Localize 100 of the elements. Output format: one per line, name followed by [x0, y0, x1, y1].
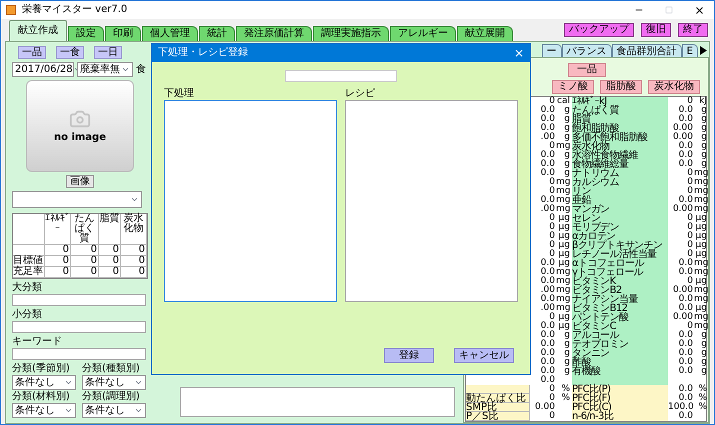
nutrient-label: マンガン: [572, 205, 668, 214]
unit-cell-text: μg: [558, 223, 571, 232]
main-tab[interactable]: アレルギー: [390, 26, 456, 41]
name-field[interactable]: [285, 70, 397, 82]
value-cell-text: 0.0: [678, 304, 694, 313]
unit-cell-text: mg: [556, 304, 572, 313]
unit-cell-text: %: [697, 385, 708, 394]
text-field[interactable]: [12, 321, 146, 333]
prep-field[interactable]: [164, 100, 337, 302]
category-button[interactable]: ミノ酸: [552, 80, 594, 94]
image-button[interactable]: 画像: [66, 175, 94, 188]
mode-button[interactable]: 一品: [18, 46, 46, 59]
unit-cell-text: mg: [556, 196, 572, 205]
recipe-field[interactable]: [345, 100, 518, 302]
action-button[interactable]: バックアップ: [564, 23, 634, 37]
value-cell-text: 0.00: [672, 124, 694, 133]
value-cell-text: 0.00: [534, 403, 556, 412]
panel-tab[interactable]: E: [682, 44, 698, 57]
item-button[interactable]: 一品: [568, 63, 606, 77]
value-cell-text: 0.0: [678, 331, 694, 340]
app-icon: [6, 5, 16, 15]
filter-select[interactable]: 条件なし: [82, 375, 146, 390]
action-button[interactable]: 終了: [678, 23, 708, 37]
field-label: 小分類: [12, 309, 43, 321]
main-tab[interactable]: 個人管理: [142, 26, 198, 41]
nutrient-label: n-6/n-3比: [572, 412, 668, 421]
value-cell-text: 0.00: [672, 205, 694, 214]
value-cell-text: 0.0: [678, 349, 694, 358]
unit-cell-text: μg: [694, 232, 708, 241]
nutrient-label: たんぱく質: [572, 106, 668, 115]
value-cell-text: 0: [548, 178, 556, 187]
field-label: キーワード: [12, 336, 63, 348]
unit-cell-text: g: [700, 142, 708, 151]
filter-select[interactable]: 条件なし: [12, 375, 76, 390]
dialog-title: 下処理・レシピ登録: [158, 47, 248, 59]
main-tab[interactable]: 統計: [199, 26, 235, 41]
unit-cell-text: g: [700, 349, 708, 358]
mode-button[interactable]: 一食: [56, 46, 84, 59]
unit-cell-text: μg: [558, 322, 571, 331]
text-field[interactable]: [12, 348, 146, 360]
value-cell-text: 0.00: [672, 286, 694, 295]
scroll-right-icon[interactable]: [700, 46, 707, 55]
value-cell-text: 0: [549, 394, 556, 403]
nutrient-label: PFC比(C): [572, 403, 668, 412]
table-cell: 0: [45, 267, 71, 278]
dialog-button[interactable]: 登録: [384, 348, 434, 363]
nutrient-label: レチノール活性当量: [572, 250, 668, 259]
main-tab[interactable]: 発注原価計算: [236, 26, 312, 41]
value-cell-text: 0.0: [540, 268, 556, 277]
category-button[interactable]: 炭水化物: [648, 80, 700, 94]
nutrient-label: βクリプトキサンチン: [572, 241, 668, 250]
text-field[interactable]: [12, 294, 146, 306]
field-label: 大分類: [12, 282, 43, 294]
dialog-button[interactable]: キャンセル: [454, 348, 514, 363]
notes-field[interactable]: [180, 387, 455, 417]
filter-select[interactable]: 条件なし: [82, 403, 146, 418]
panel-tab[interactable]: バランス: [562, 44, 612, 57]
nutrient-label: αカロテン: [572, 232, 668, 241]
camera-icon: [69, 108, 91, 130]
panel-tab[interactable]: 食品群別合計: [612, 44, 682, 57]
value-cell-text: 0.0: [678, 196, 694, 205]
value-cell-text: 0.0: [678, 340, 694, 349]
value-cell-text: 0.0: [540, 277, 556, 286]
value-cell-text: .00: [540, 205, 556, 214]
filter-select[interactable]: 条件なし: [12, 403, 76, 418]
unit-cell-text: mg: [556, 187, 572, 196]
nutrient-label: ナトリウム: [572, 169, 668, 178]
action-button[interactable]: 復旧: [641, 23, 671, 37]
unit-cell: mg: [694, 313, 708, 322]
unit-cell-text: mg: [556, 295, 572, 304]
dropdown-field[interactable]: [12, 191, 142, 208]
nutrient-label: 亜鉛: [572, 196, 668, 205]
category-button[interactable]: 脂肪酸: [600, 80, 642, 94]
filter-label: 分類(材料別): [12, 391, 71, 403]
dialog-close-button[interactable]: ×: [514, 47, 524, 59]
value-cell-text: 0: [549, 187, 556, 196]
value-cell-text: 0: [548, 214, 556, 223]
main-tab[interactable]: 設定: [68, 26, 104, 41]
nutrient-label: 食物繊維総量: [572, 160, 668, 169]
filter-label: 分類(種類別): [82, 363, 141, 375]
panel-tab[interactable]: ー: [542, 44, 562, 57]
value-cell-text: .00: [540, 286, 556, 295]
waste-select[interactable]: 廃棄率無: [77, 62, 133, 77]
table-cell: 0: [121, 245, 147, 256]
main-tab[interactable]: 調理実施指示: [313, 26, 389, 41]
unit-cell: mg: [694, 187, 708, 196]
unit-cell-text: μg: [694, 304, 708, 313]
table-cell: 0: [99, 245, 121, 256]
mode-button[interactable]: 一日: [94, 46, 122, 59]
main-tab[interactable]: 献立作成: [9, 20, 67, 41]
ratio-label: SMP比: [466, 403, 530, 412]
value-cell-text: 0.0: [540, 169, 556, 178]
nutrient-label: リン: [572, 187, 668, 196]
main-tab[interactable]: 献立展開: [457, 26, 513, 41]
date-select[interactable]: 2017/06/28: [12, 62, 74, 77]
unit-cell-text: μg: [558, 250, 571, 259]
value-cell-text: 0.0: [540, 358, 556, 367]
main-tab[interactable]: 印刷: [105, 26, 141, 41]
table-cell: 0: [121, 256, 147, 267]
value-cell-text: .00: [540, 133, 556, 142]
